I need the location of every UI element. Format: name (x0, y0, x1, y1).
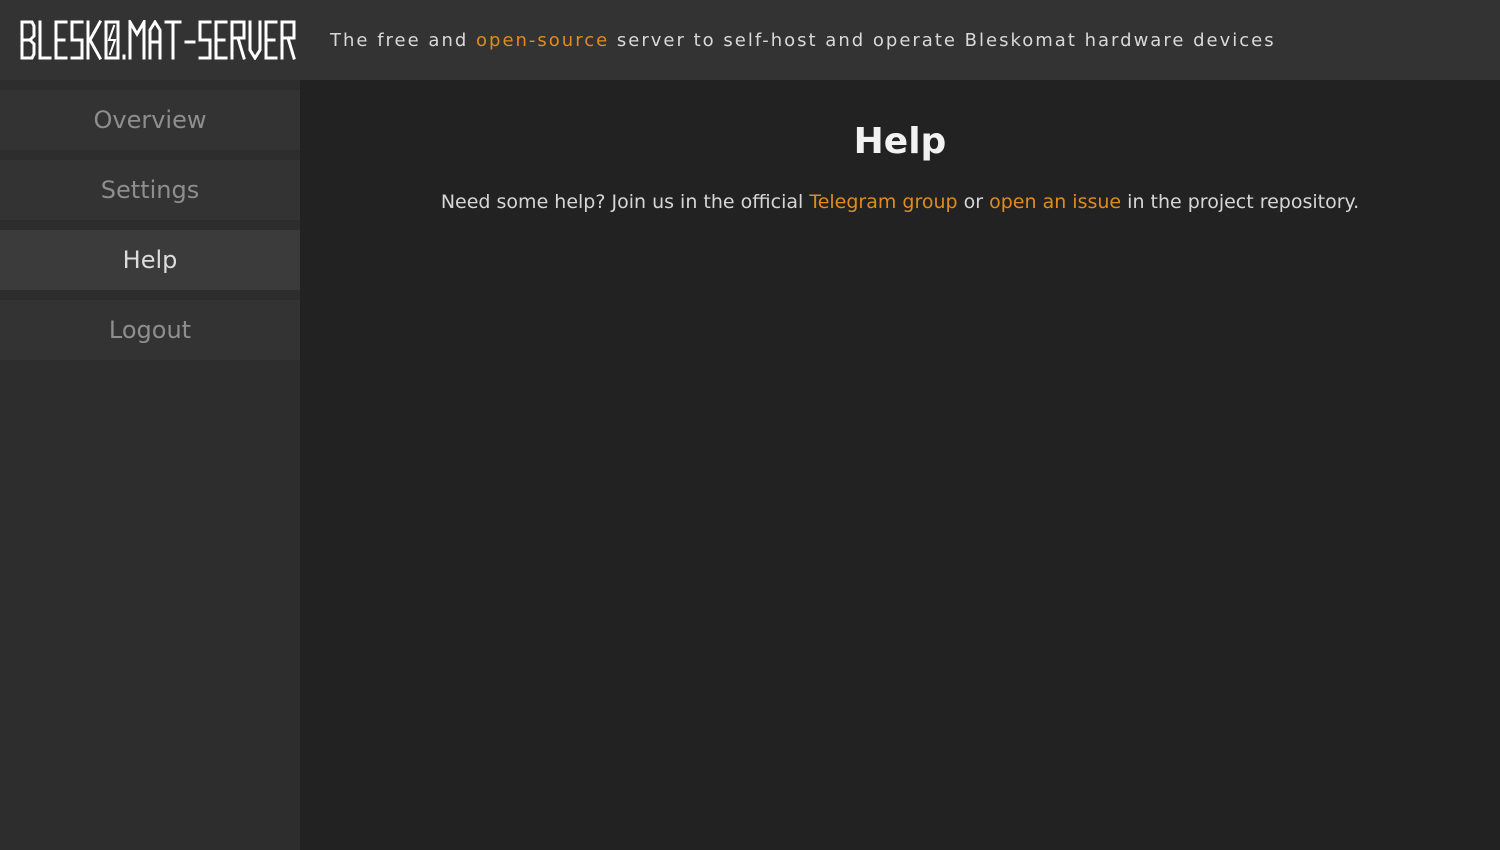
bleskomat-server-logo[interactable] (20, 20, 310, 60)
sidebar-nav: Overview Settings Help Logout (0, 80, 300, 850)
open-source-link[interactable]: open-source (476, 30, 609, 51)
help-text-after: in the project repository. (1121, 191, 1360, 213)
tagline-prefix: The free and (330, 29, 476, 51)
page-title: Help (853, 121, 947, 162)
help-text-before: Need some help? Join us in the official (440, 191, 810, 213)
main-content: Help Need some help? Join us in the offi… (300, 80, 1500, 850)
sidebar-item-logout[interactable]: Logout (0, 300, 300, 360)
sidebar-item-overview[interactable]: Overview (0, 90, 300, 150)
header-tagline: The free and open-source server to self-… (330, 30, 1276, 51)
sidebar-item-settings[interactable]: Settings (0, 160, 300, 220)
top-header: The free and open-source server to self-… (0, 0, 1500, 80)
help-paragraph: Need some help? Join us in the official … (300, 184, 1500, 220)
open-issue-link[interactable]: open an issue (989, 191, 1121, 213)
logo-wordmark-icon (20, 20, 296, 60)
sidebar-item-help[interactable]: Help (0, 230, 300, 290)
telegram-group-link[interactable]: Telegram group (809, 191, 957, 213)
help-text-middle: or (957, 191, 990, 213)
tagline-suffix: server to self-host and operate Bleskoma… (609, 29, 1276, 51)
